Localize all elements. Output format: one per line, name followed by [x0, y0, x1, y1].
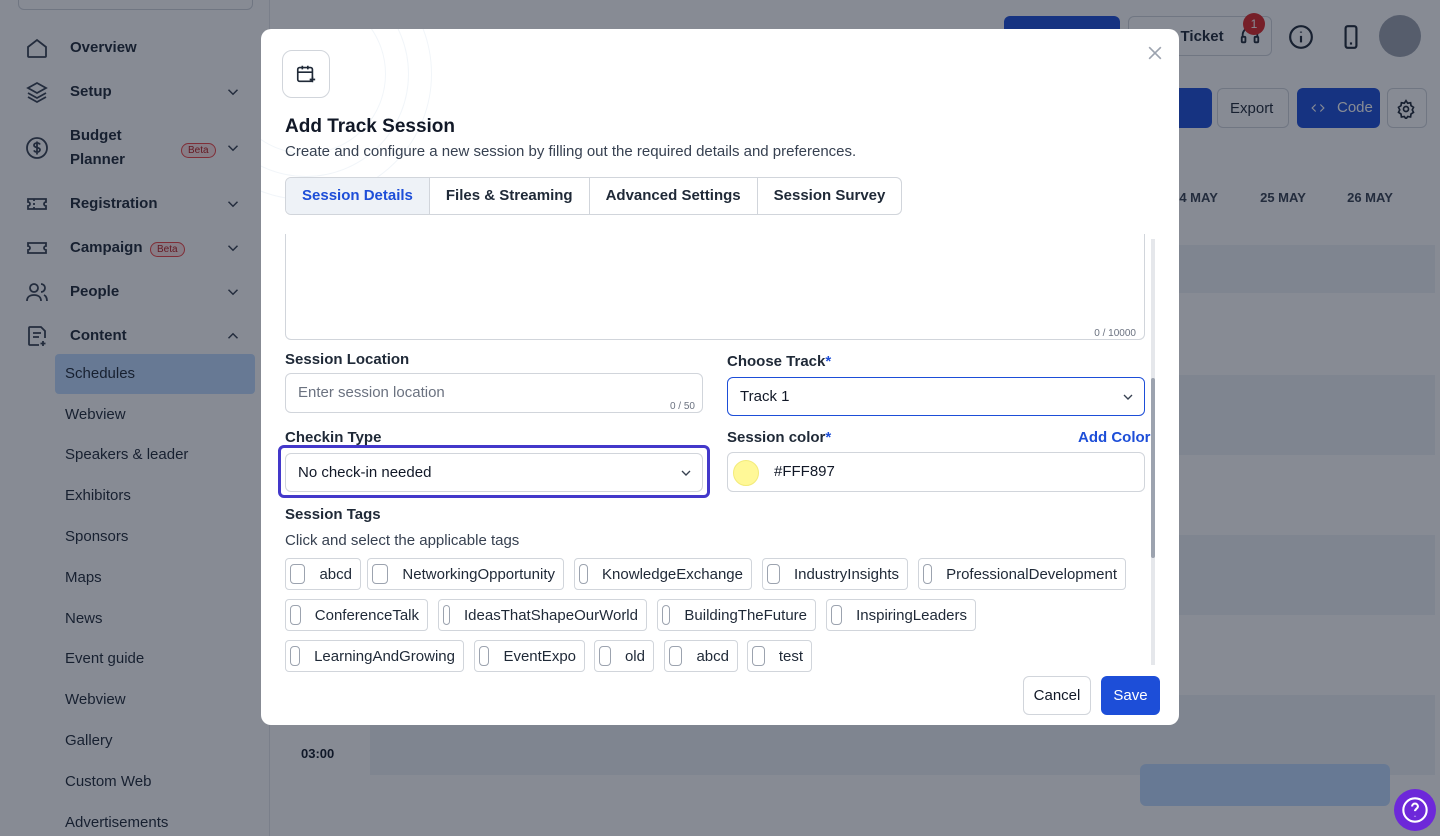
location-label: Session Location [285, 351, 410, 368]
cancel-button[interactable]: Cancel [1023, 676, 1091, 715]
location-placeholder: Enter session location [298, 384, 445, 401]
modal-header-icon [282, 50, 330, 98]
checkbox[interactable] [579, 564, 589, 584]
track-value: Track 1 [740, 388, 790, 405]
modal-tabs: Session Details Files & Streaming Advanc… [285, 177, 903, 215]
choose-track-select[interactable]: Track 1 [727, 377, 1145, 416]
checkbox[interactable] [290, 646, 301, 666]
tag-checkbox[interactable]: LearningAndGrowing [285, 640, 464, 672]
tags-label: Session Tags [285, 506, 381, 523]
tag-checkbox[interactable]: test [747, 640, 812, 672]
modal-title: Add Track Session [285, 116, 456, 137]
chevron-down-icon [681, 470, 691, 476]
checkbox[interactable] [923, 564, 933, 584]
tag-checkbox[interactable]: InspiringLeaders [826, 599, 976, 631]
checkbox[interactable] [443, 605, 450, 625]
tag-checkbox[interactable]: ConferenceTalk [285, 599, 428, 631]
tag-checkbox[interactable]: abcd [664, 640, 738, 672]
tag-checkbox[interactable]: IndustryInsights [762, 558, 908, 590]
checkbox[interactable] [831, 605, 843, 625]
tag-checkbox[interactable]: IdeasThatShapeOurWorld [438, 599, 647, 631]
chevron-down-icon [1123, 394, 1133, 400]
help-button[interactable] [1394, 789, 1436, 831]
checkin-value: No check-in needed [298, 464, 432, 481]
color-label: Session color* [727, 429, 832, 446]
tag-checkbox[interactable]: ProfessionalDevelopment [918, 558, 1126, 590]
color-value: #FFF897 [774, 463, 835, 480]
close-icon[interactable] [1145, 43, 1165, 63]
question-icon [1402, 797, 1428, 823]
tag-checkbox[interactable]: old [594, 640, 654, 672]
checkbox[interactable] [752, 646, 765, 666]
checkbox[interactable] [767, 564, 780, 584]
tab-advanced-settings[interactable]: Advanced Settings [590, 178, 758, 214]
session-location-input[interactable]: Enter session location 0 / 50 [285, 373, 703, 413]
location-counter: 0 / 50 [669, 401, 695, 412]
tab-files-streaming[interactable]: Files & Streaming [430, 178, 590, 214]
tag-checkbox[interactable]: abcd [285, 558, 361, 590]
checkbox[interactable] [479, 646, 490, 666]
tags-subtitle: Click and select the applicable tags [285, 532, 520, 549]
modal-subtitle: Create and configure a new session by fi… [285, 143, 857, 160]
color-swatch[interactable] [733, 460, 759, 486]
save-button[interactable]: Save [1101, 676, 1160, 715]
description-counter: 0 / 10000 [1094, 328, 1136, 339]
track-label: Choose Track* [727, 353, 832, 370]
tab-session-survey[interactable]: Session Survey [758, 178, 902, 214]
add-track-session-modal: Add Track Session Create and configure a… [261, 29, 1179, 725]
checkbox[interactable] [290, 605, 301, 625]
add-color-link[interactable]: Add Color [1078, 429, 1151, 446]
calendar-plus-icon [296, 65, 316, 83]
description-textarea[interactable]: 0 / 10000 [285, 234, 1145, 340]
checkbox[interactable] [290, 564, 306, 584]
modal-scrollbar-thumb[interactable] [1151, 378, 1155, 558]
tag-checkbox[interactable]: KnowledgeExchange [574, 558, 752, 590]
tag-checkbox[interactable]: BuildingTheFuture [657, 599, 816, 631]
checkbox[interactable] [372, 564, 389, 584]
tag-checkbox[interactable]: NetworkingOpportunity [367, 558, 564, 590]
tag-checkbox[interactable]: EventExpo [474, 640, 585, 672]
checkin-label: Checkin Type [285, 429, 382, 446]
tab-session-details[interactable]: Session Details [286, 178, 430, 214]
session-color-input[interactable]: #FFF897 [727, 452, 1145, 492]
checkin-type-select[interactable]: No check-in needed [285, 453, 703, 492]
checkbox[interactable] [662, 605, 671, 625]
checkbox[interactable] [669, 646, 683, 666]
checkbox[interactable] [599, 646, 611, 666]
